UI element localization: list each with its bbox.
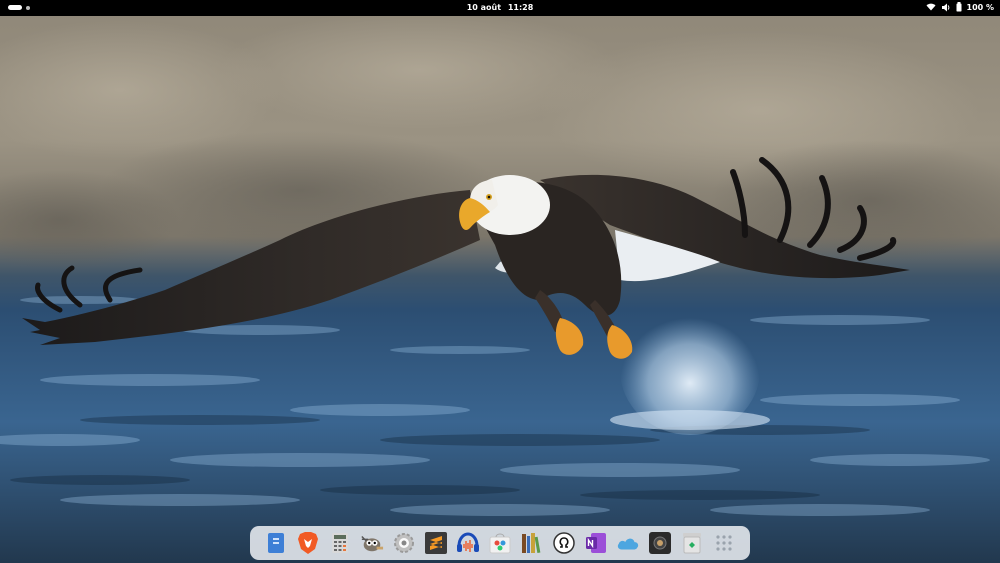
gimp-icon[interactable]: [360, 531, 384, 555]
date-time-button[interactable]: 10 août 11:28: [0, 3, 1000, 12]
system-status-area[interactable]: 100 %: [926, 2, 995, 12]
date-label: 10 août: [466, 3, 502, 12]
files-icon[interactable]: [264, 531, 288, 555]
calculator-icon[interactable]: [328, 531, 352, 555]
trash-icon[interactable]: [680, 531, 704, 555]
audacity-icon[interactable]: [456, 531, 480, 555]
desktop-wallpaper: [0, 0, 1000, 563]
time-label: 11:28: [507, 3, 534, 12]
top-panel: 10 août 11:28 100 %: [0, 0, 1000, 16]
cloud-sync-icon[interactable]: [616, 531, 640, 555]
app-grid-icon[interactable]: [712, 531, 736, 555]
books-library-icon[interactable]: [520, 531, 544, 555]
volume-icon: [941, 3, 951, 12]
sublime-text-icon[interactable]: [424, 531, 448, 555]
wifi-icon: [926, 3, 936, 11]
software-store-icon[interactable]: [488, 531, 512, 555]
battery-percentage: 100 %: [966, 2, 995, 12]
onenote-icon[interactable]: [584, 531, 608, 555]
settings-icon[interactable]: [392, 531, 416, 555]
screen-recorder-icon[interactable]: [648, 531, 672, 555]
brave-browser-icon[interactable]: [296, 531, 320, 555]
dock: [250, 526, 750, 560]
system-update-icon[interactable]: [552, 531, 576, 555]
battery-icon: [956, 2, 962, 12]
